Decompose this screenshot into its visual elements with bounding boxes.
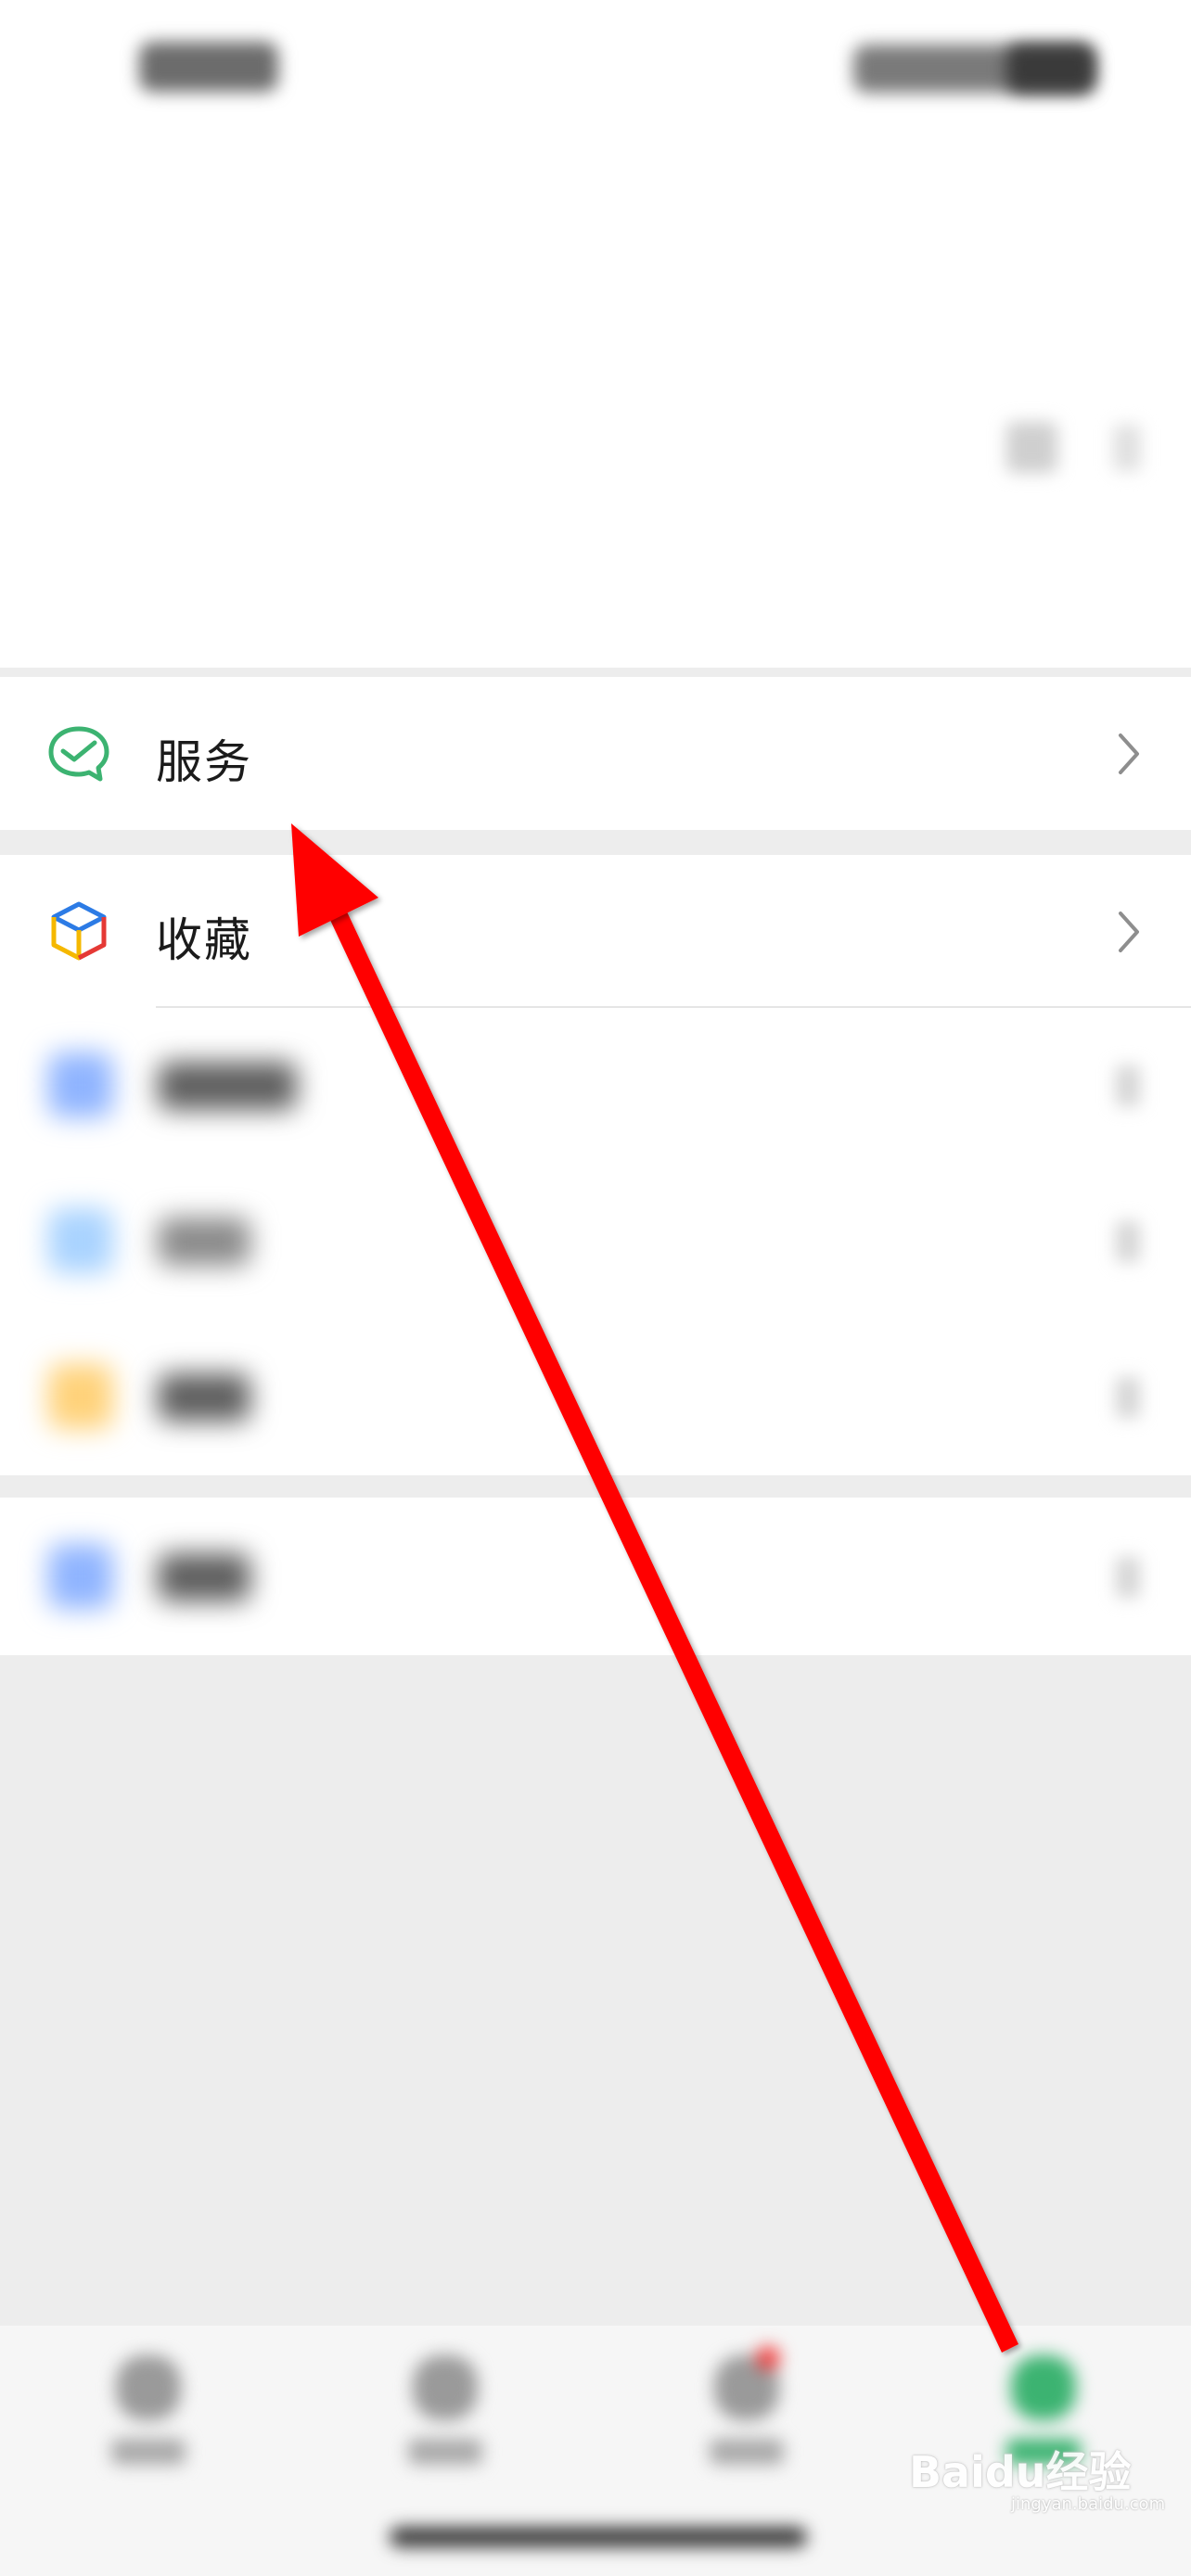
- annotation-arrow: [291, 823, 1018, 2353]
- arrow-shaft: [329, 910, 1018, 2353]
